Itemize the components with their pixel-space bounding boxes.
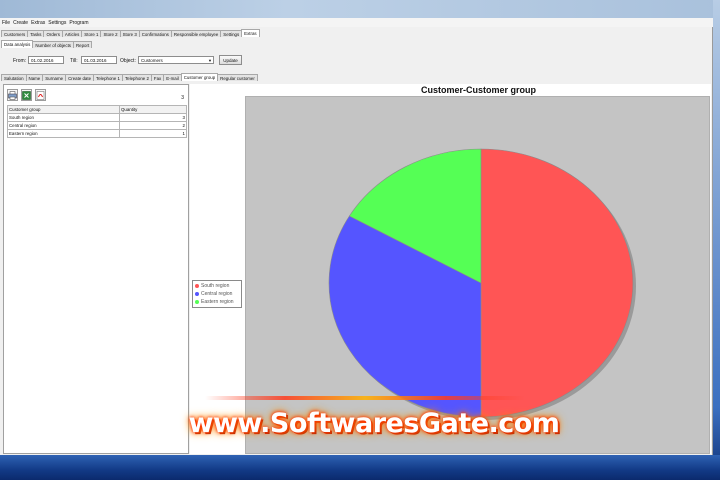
tab-customer-group[interactable]: Customer group	[180, 73, 219, 81]
column-header-quantity[interactable]: Quantity	[119, 105, 187, 114]
tab-surname[interactable]: Surname	[42, 74, 67, 81]
desktop-taskbar-area	[0, 455, 720, 480]
tab-data-analysis[interactable]: Data analysis	[1, 40, 34, 48]
tab-orders[interactable]: Orders	[43, 30, 63, 37]
tab-articles[interactable]: Articles	[61, 30, 83, 37]
legend-item-eastern: Eastern region	[195, 298, 239, 306]
update-button[interactable]: Update	[219, 55, 242, 65]
tab-regular-customer[interactable]: Regular customer	[217, 74, 258, 81]
print-button[interactable]	[7, 89, 18, 101]
tab-number-of-objects[interactable]: Number of objects	[32, 41, 74, 48]
legend-item-central: Central region	[195, 290, 239, 298]
legend-swatch	[195, 300, 199, 304]
chevron-down-icon: ▼	[208, 58, 212, 63]
tab-create-date[interactable]: Create date	[65, 74, 95, 81]
tab-store-3[interactable]: Store 3	[119, 30, 140, 37]
menu-extras[interactable]: Extras	[31, 20, 45, 26]
from-date-input[interactable]: 01.02.2016	[28, 56, 64, 64]
tab-confirmations[interactable]: Confirmations	[138, 30, 172, 37]
cell-group: South region	[7, 113, 120, 122]
tab-responsible-employee[interactable]: Responsible employee	[170, 30, 222, 37]
cell-quantity: 2	[119, 121, 187, 130]
tab-fax[interactable]: Fax	[150, 74, 165, 81]
legend-label: South region	[201, 283, 230, 289]
table-row[interactable]: Eastern region 1	[7, 129, 187, 138]
till-date-input[interactable]: 01.03.2016	[81, 56, 117, 64]
watermark: www.SoftwaresGate.com	[188, 407, 560, 439]
table-row[interactable]: Central region 2	[7, 121, 187, 130]
desktop-background-top	[0, 0, 720, 18]
grid-toolbar	[7, 89, 46, 101]
export-excel-button[interactable]	[21, 89, 32, 101]
tab-store-1[interactable]: Store 1	[81, 30, 102, 37]
tab-telephone-1[interactable]: Telephone 1	[93, 74, 123, 81]
pie-slice-south-region[interactable]	[480, 148, 634, 418]
tab-extras[interactable]: Extras	[241, 29, 260, 37]
table-row[interactable]: South region 3	[7, 113, 187, 122]
object-select[interactable]: Customers ▼	[138, 56, 214, 64]
print-icon	[8, 90, 17, 100]
tab-settings[interactable]: Settings	[220, 30, 243, 37]
cell-quantity: 3	[119, 113, 187, 122]
tab-store-2[interactable]: Store 2	[100, 30, 121, 37]
menu-bar: File Create Extras Settings Program	[0, 18, 713, 27]
legend-label: Central region	[201, 291, 233, 297]
legend-swatch	[195, 284, 199, 288]
application-window: File Create Extras Settings Program Cust…	[0, 18, 713, 455]
column-header-customer-group[interactable]: Customer group	[7, 105, 120, 114]
chart-legend: South region Central region Eastern regi…	[192, 280, 242, 308]
field-tab-bar: Salutation Name Surname Create date Tele…	[1, 73, 258, 81]
till-label: Till:	[70, 58, 78, 64]
excel-icon	[22, 90, 31, 100]
menu-program[interactable]: Program	[69, 20, 88, 26]
row-count: 3	[181, 95, 184, 101]
cell-group: Central region	[7, 121, 120, 130]
menu-file[interactable]: File	[2, 20, 10, 26]
legend-swatch	[195, 292, 199, 296]
legend-item-south: South region	[195, 282, 239, 290]
tab-telephone-2[interactable]: Telephone 2	[121, 74, 152, 81]
watermark-underline	[205, 396, 525, 400]
menu-settings[interactable]: Settings	[48, 20, 66, 26]
data-grid-panel: 3 Customer group Quantity South region 3…	[3, 84, 189, 454]
tab-customers[interactable]: Customers	[1, 30, 29, 37]
tab-email[interactable]: E-mail	[163, 74, 182, 81]
tab-name[interactable]: Name	[25, 74, 44, 81]
sub-tab-bar: Data analysis Number of objects Report	[1, 40, 93, 48]
tab-report[interactable]: Report	[73, 41, 93, 48]
plot-area	[245, 96, 710, 454]
legend-label: Eastern region	[201, 299, 234, 305]
pdf-icon	[36, 90, 45, 100]
export-pdf-button[interactable]	[35, 89, 46, 101]
desktop-background-right	[713, 0, 720, 480]
cell-group: Eastern region	[7, 129, 120, 138]
tab-salutation[interactable]: Salutation	[1, 74, 27, 81]
table-header-row: Customer group Quantity	[7, 105, 187, 114]
filter-bar: From: 01.02.2016 Till: 01.03.2016 Object…	[3, 55, 710, 66]
customer-group-table: Customer group Quantity South region 3 C…	[7, 105, 187, 138]
cell-quantity: 1	[119, 129, 187, 138]
object-select-value: Customers	[141, 58, 163, 63]
chart-title: Customer-Customer group	[420, 85, 536, 95]
object-label: Object:	[120, 58, 136, 64]
from-label: From:	[13, 58, 27, 64]
tab-tasks[interactable]: Tasks	[27, 30, 45, 37]
menu-create[interactable]: Create	[13, 20, 28, 26]
main-tab-bar: Customers Tasks Orders Articles Store 1 …	[1, 29, 260, 37]
